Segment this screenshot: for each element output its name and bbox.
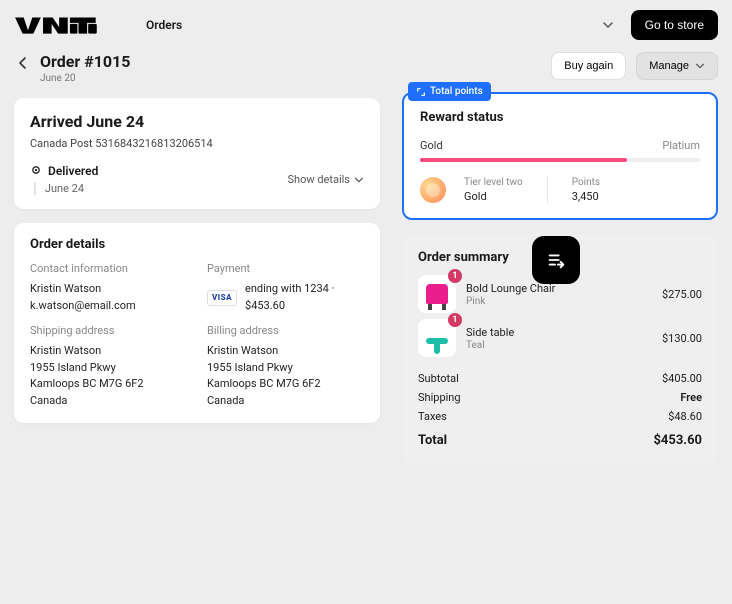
order-details-card: Order details Contact information Kristi… — [14, 223, 380, 423]
taxes-label: Taxes — [418, 410, 447, 423]
buy-again-label: Buy again — [564, 60, 613, 72]
billing-label: Billing address — [207, 324, 364, 337]
total-label: Total — [418, 433, 447, 448]
medal-icon — [420, 177, 446, 203]
nav-orders[interactable]: Orders — [146, 18, 182, 32]
shipping-name: Kristin Watson — [30, 343, 187, 360]
buy-again-button[interactable]: Buy again — [551, 52, 626, 80]
subtotal-label: Subtotal — [418, 372, 459, 385]
shipping-value: Free — [680, 391, 702, 404]
floating-action-icon[interactable] — [532, 236, 580, 284]
item-thumbnail: 1 — [418, 319, 456, 357]
manage-button[interactable]: Manage — [636, 52, 718, 80]
show-details-toggle[interactable]: Show details — [287, 173, 364, 186]
chair-icon — [426, 284, 448, 304]
item-price: $130.00 — [662, 332, 702, 345]
chevron-down-icon — [602, 19, 614, 31]
contact-email: k.watson@email.com — [30, 298, 187, 315]
status-date: June 24 — [45, 182, 84, 195]
arrow-left-icon — [16, 56, 30, 70]
go-to-store-button[interactable]: Go to store — [631, 10, 718, 40]
expand-icon — [416, 87, 426, 97]
line-item: 1 Side table Teal $130.00 — [418, 319, 702, 357]
order-details-title: Order details — [30, 237, 364, 252]
tier-from: Gold — [420, 139, 443, 152]
taxes-value: $48.60 — [668, 410, 702, 423]
tier-level-label: Tier level two — [464, 177, 523, 188]
tier-progress — [420, 158, 700, 162]
tier-progress-fill — [420, 158, 627, 162]
divider — [547, 176, 548, 204]
show-details-label: Show details — [287, 173, 350, 186]
brand-logo-svg — [14, 13, 100, 37]
payment-text: ending with 1234 · $453.60 — [245, 281, 364, 314]
arrived-title: Arrived June 24 — [30, 112, 364, 131]
item-thumbnail: 1 — [418, 275, 456, 313]
topbar-dropdown[interactable] — [597, 14, 619, 36]
visa-badge: VISA — [207, 290, 237, 306]
subtotal-value: $405.00 — [662, 372, 702, 385]
back-button[interactable] — [14, 54, 32, 72]
tier-to: Platium — [662, 139, 700, 152]
right-column: Total points Reward status Gold Platium … — [402, 88, 718, 465]
shipping-label: Shipping — [418, 391, 461, 404]
qty-badge: 1 — [448, 269, 462, 283]
side-table-icon — [426, 338, 448, 344]
billing-name: Kristin Watson — [207, 343, 364, 360]
location-pin-icon — [30, 165, 42, 177]
list-arrow-icon — [545, 249, 567, 271]
contact-name: Kristin Watson — [30, 281, 187, 298]
left-column: Arrived June 24 Canada Post 531684321681… — [14, 88, 380, 423]
status-label: Delivered — [48, 164, 98, 178]
total-points-label: Total points — [430, 86, 483, 97]
payment-label: Payment — [207, 262, 364, 275]
shipping-l1: 1955 Island Pkwy — [30, 360, 187, 377]
points-label: Points — [572, 177, 600, 188]
reward-status-card: Reward status Gold Platium Tier level tw… — [402, 92, 718, 220]
contact-label: Contact information — [30, 262, 187, 275]
item-price: $275.00 — [662, 288, 702, 301]
order-date: June 20 — [40, 73, 130, 84]
brand-logo[interactable] — [14, 13, 100, 37]
reward-title: Reward status — [420, 110, 700, 125]
item-name: Side table — [466, 326, 652, 339]
manage-label: Manage — [649, 60, 689, 72]
shipment-card: Arrived June 24 Canada Post 531684321681… — [14, 98, 380, 209]
chevron-down-icon — [695, 61, 705, 71]
item-variant: Teal — [466, 340, 652, 351]
shipping-country: Canada — [30, 393, 187, 410]
order-title: Order #1015 — [40, 52, 130, 71]
tier-level-value: Gold — [464, 190, 523, 203]
billing-country: Canada — [207, 393, 364, 410]
tracking-number: Canada Post 5316843216813206514 — [30, 137, 364, 150]
top-bar: Orders Go to store — [0, 0, 732, 50]
chevron-down-icon — [354, 175, 364, 185]
billing-l1: 1955 Island Pkwy — [207, 360, 364, 377]
item-variant: Pink — [466, 296, 652, 307]
billing-l2: Kamloops BC M7G 6F2 — [207, 376, 364, 393]
qty-badge: 1 — [448, 313, 462, 327]
total-value: $453.60 — [653, 433, 702, 448]
points-value: 3,450 — [572, 190, 600, 203]
shipping-label: Shipping address — [30, 324, 187, 337]
total-points-tag: Total points — [408, 82, 491, 101]
shipping-l2: Kamloops BC M7G 6F2 — [30, 376, 187, 393]
